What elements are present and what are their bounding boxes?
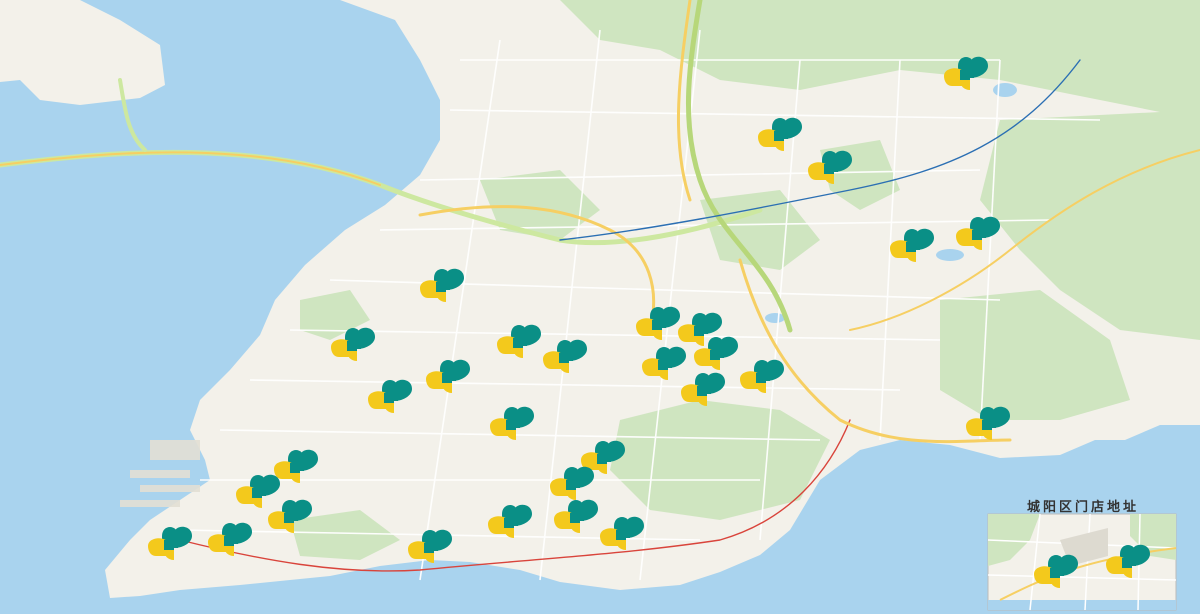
inset-title: 城阳区门店地址 [1026, 500, 1139, 515]
inset-map[interactable] [987, 513, 1177, 611]
city-map[interactable] [0, 0, 1200, 614]
